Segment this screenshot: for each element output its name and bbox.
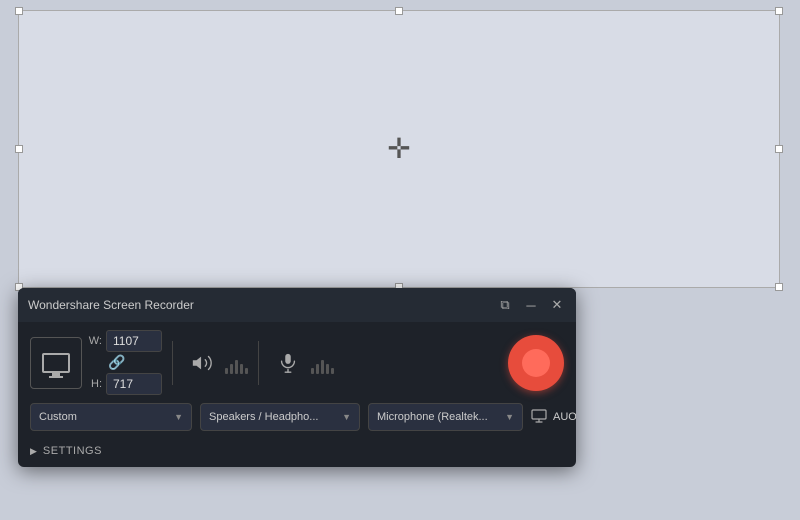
record-inner-circle: [522, 349, 550, 377]
speakers-dropdown[interactable]: Speakers / Headpho... ▼: [200, 403, 360, 431]
settings-arrow-icon: ▶: [30, 446, 37, 457]
record-button[interactable]: [508, 335, 564, 391]
vbar-4: [240, 364, 243, 374]
separator-1: [172, 341, 173, 385]
handle-top-right[interactable]: [775, 7, 783, 15]
vbar-2: [230, 364, 233, 374]
width-input[interactable]: [106, 330, 162, 352]
monitor-section: AUO21ED: [531, 409, 576, 426]
speaker-section: [183, 341, 248, 385]
resolution-dropdown-text: Custom: [39, 411, 77, 423]
handle-bottom-right[interactable]: [775, 283, 783, 291]
app-title: Wondershare Screen Recorder: [28, 298, 194, 312]
dropdowns-row: Custom ▼ Speakers / Headpho... ▼ Microph…: [18, 403, 576, 439]
height-row: H:: [88, 373, 162, 395]
handle-top-left[interactable]: [15, 7, 23, 15]
height-label: H:: [88, 378, 102, 390]
title-controls: ⧉ ─ ✕: [496, 296, 566, 314]
mic-dropdown[interactable]: Microphone (Realtek... ▼: [368, 403, 523, 431]
mic-dropdown-arrow: ▼: [505, 412, 514, 422]
width-row: W:: [88, 330, 162, 352]
dimensions-section: W: 🔗 H:: [88, 330, 162, 395]
settings-row[interactable]: ▶ SETTINGS: [18, 439, 576, 467]
resolution-dropdown-arrow: ▼: [174, 412, 183, 422]
speaker-volume-bars: [225, 352, 248, 374]
vbar-1: [225, 368, 228, 374]
screen-icon: [42, 353, 70, 373]
settings-label: SETTINGS: [43, 445, 102, 457]
mvbar-3: [321, 360, 324, 374]
speakers-dropdown-arrow: ▼: [342, 412, 351, 422]
height-input[interactable]: [106, 373, 162, 395]
capture-area[interactable]: ✛: [18, 10, 780, 288]
speakers-dropdown-text: Speakers / Headpho...: [209, 411, 318, 423]
handle-middle-right[interactable]: [775, 145, 783, 153]
mvbar-2: [316, 364, 319, 374]
controls-row: W: 🔗 H:: [18, 322, 576, 403]
mvbar-4: [326, 364, 329, 374]
recorder-panel: Wondershare Screen Recorder ⧉ ─ ✕ W: 🔗 H…: [18, 288, 576, 467]
handle-middle-left[interactable]: [15, 145, 23, 153]
mic-dropdown-text: Microphone (Realtek...: [377, 411, 488, 423]
handle-top-middle[interactable]: [395, 7, 403, 15]
vbar-5: [245, 368, 248, 374]
minimize-button[interactable]: ─: [522, 296, 540, 314]
vbar-3: [235, 360, 238, 374]
maximize-button[interactable]: ⧉: [496, 296, 514, 314]
link-icon: 🔗: [108, 354, 125, 371]
mvbar-5: [331, 368, 334, 374]
width-label: W:: [88, 335, 102, 347]
speaker-icon-button[interactable]: [183, 341, 221, 385]
close-button[interactable]: ✕: [548, 296, 566, 314]
monitor-icon: [531, 409, 547, 426]
move-cursor-icon: ✛: [387, 135, 410, 163]
mvbar-1: [311, 368, 314, 374]
mic-section: [269, 341, 334, 385]
separator-2: [258, 341, 259, 385]
monitor-label: AUO21ED: [553, 411, 576, 423]
screen-icon-box: [30, 337, 82, 389]
resolution-dropdown[interactable]: Custom ▼: [30, 403, 192, 431]
mic-volume-bars: [311, 352, 334, 374]
mic-icon-button[interactable]: [269, 341, 307, 385]
title-bar: Wondershare Screen Recorder ⧉ ─ ✕: [18, 288, 576, 322]
